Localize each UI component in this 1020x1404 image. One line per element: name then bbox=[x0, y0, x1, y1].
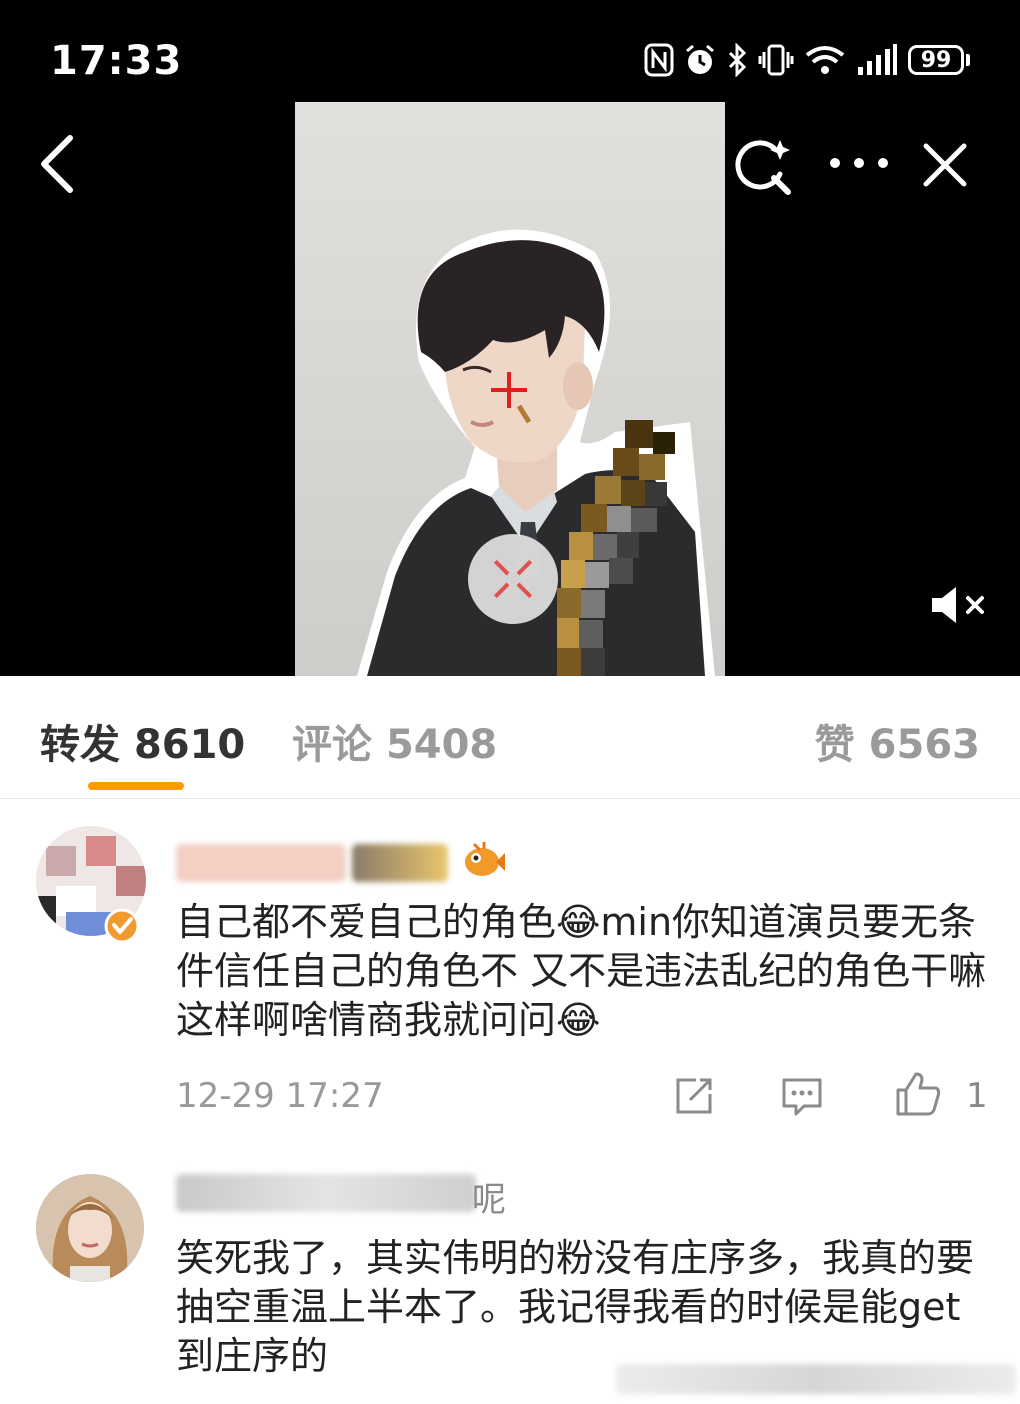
mute-button[interactable] bbox=[928, 584, 990, 626]
reply-button[interactable] bbox=[780, 1074, 824, 1122]
bluetooth-icon bbox=[728, 43, 747, 77]
comment-icon bbox=[782, 1078, 822, 1116]
avatar-image bbox=[36, 1174, 144, 1282]
vibrate-icon bbox=[758, 44, 794, 76]
like-button[interactable] bbox=[894, 1070, 942, 1122]
tab-comments[interactable]: 评论 5408 bbox=[292, 712, 497, 770]
watermark bbox=[616, 1364, 1016, 1394]
verified-badge-icon bbox=[104, 908, 140, 944]
play-button[interactable] bbox=[468, 534, 558, 624]
repost-comment-button[interactable] bbox=[672, 1074, 716, 1122]
like-count: 1 bbox=[966, 1076, 988, 1116]
status-icons: 99 bbox=[644, 40, 970, 80]
tab-reposts[interactable]: 转发 8610 bbox=[40, 712, 245, 770]
back-icon bbox=[41, 135, 73, 193]
tab-likes-count: 6563 bbox=[868, 722, 980, 768]
battery-icon: 99 bbox=[908, 45, 970, 75]
close-icon bbox=[923, 143, 967, 187]
mute-icon bbox=[932, 587, 984, 623]
username-blurred[interactable] bbox=[176, 844, 346, 882]
username-badge-blurred bbox=[352, 844, 448, 882]
thumbs-up-icon bbox=[896, 1072, 941, 1116]
signal-icon bbox=[858, 44, 897, 75]
nfc-icon bbox=[644, 43, 674, 77]
comment-text: 自己都不爱自己的角色😂min你知道演员要无条件信任自己的角色不 又不是违法乱纪的… bbox=[176, 900, 987, 1042]
active-tab-indicator bbox=[88, 782, 184, 790]
back-button[interactable] bbox=[36, 132, 86, 196]
tab-comments-label: 评论 bbox=[292, 722, 372, 768]
tab-likes-label: 赞 bbox=[814, 722, 855, 768]
media-viewer: 17:33 99 bbox=[0, 0, 1020, 676]
more-button[interactable] bbox=[826, 148, 892, 178]
avatar[interactable] bbox=[36, 1174, 144, 1282]
visual-search-button[interactable] bbox=[730, 134, 794, 198]
status-time: 17:33 bbox=[50, 38, 183, 84]
comment-timestamp: 12-29 17:27 bbox=[176, 1076, 384, 1116]
comment-item: 呢 笑死我了，其实伟明的粉没有庄序多，我真的要抽空重温上半本了。我记得我看的时候… bbox=[0, 1150, 1020, 1404]
username-tail: 呢 bbox=[472, 1180, 506, 1220]
fish-emoji-icon bbox=[465, 842, 505, 876]
interaction-tabs: 转发 8610 评论 5408 赞 6563 bbox=[0, 676, 1020, 799]
wifi-icon bbox=[805, 46, 845, 74]
comment-text: 笑死我了，其实伟明的粉没有庄序多，我真的要抽空重温上半本了。我记得我看的时候是能… bbox=[176, 1236, 975, 1378]
tab-comments-count: 5408 bbox=[385, 722, 498, 768]
battery-level: 99 bbox=[908, 45, 964, 75]
alarm-icon bbox=[686, 44, 714, 74]
share-icon bbox=[676, 1078, 712, 1114]
close-button[interactable] bbox=[920, 140, 970, 190]
username-blurred[interactable] bbox=[176, 1174, 476, 1212]
tab-reposts-count: 8610 bbox=[133, 722, 246, 768]
more-icon bbox=[830, 158, 888, 168]
tab-likes[interactable]: 赞 6563 bbox=[815, 712, 980, 770]
visual-search-icon bbox=[735, 140, 791, 195]
status-bar: 17:33 99 bbox=[0, 0, 1020, 110]
comment-item: 自己都不爱自己的角色😂min你知道演员要无条件信任自己的角色不 又不是违法乱纪的… bbox=[0, 800, 1020, 1140]
tab-reposts-label: 转发 bbox=[40, 722, 120, 768]
play-icon bbox=[493, 559, 533, 599]
